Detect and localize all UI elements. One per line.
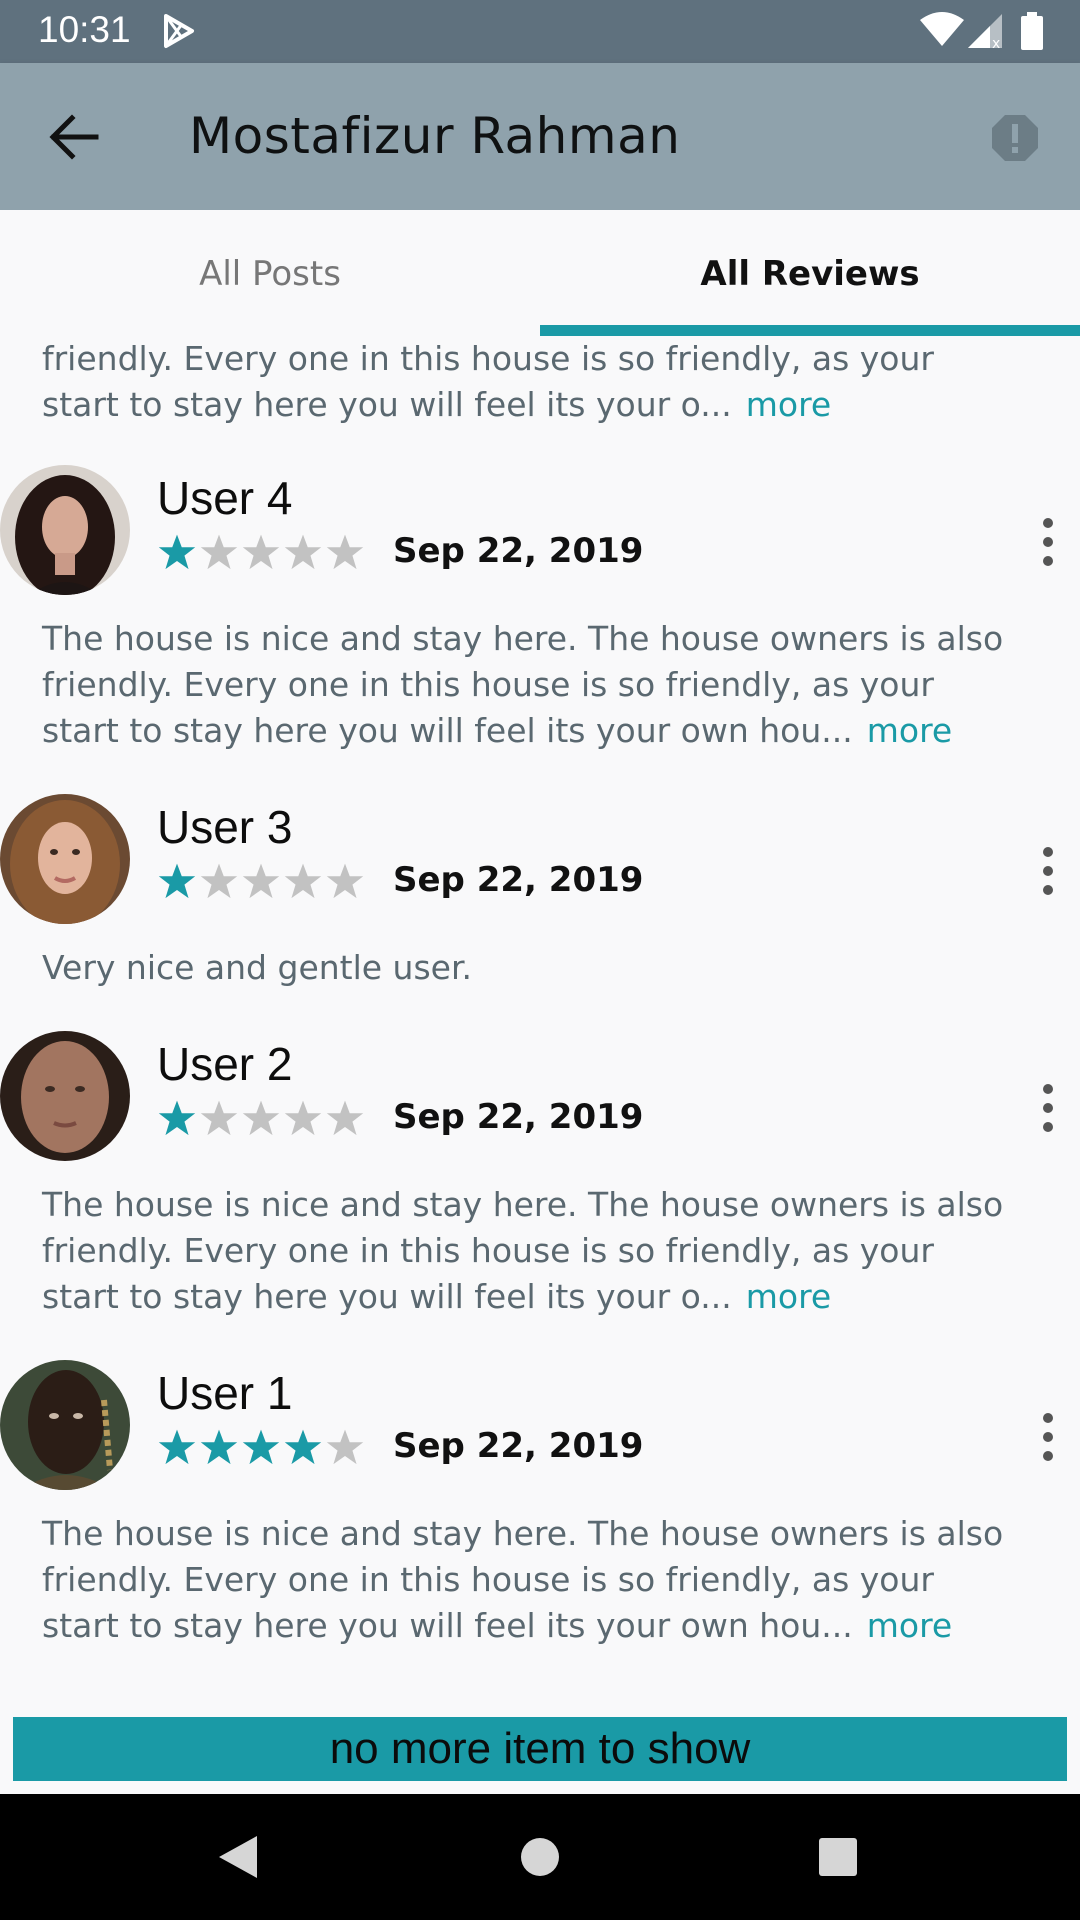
star-empty-icon [326,1429,364,1465]
rating-stars [158,1428,364,1466]
review-text-line: The house is nice and stay here. The hou… [42,1514,1004,1553]
back-button[interactable] [46,112,102,162]
signal-icon: x [968,14,1002,48]
tab-bar: All Posts All Reviews [0,210,1080,336]
review-text: Very nice and gentle user. [42,945,1042,991]
more-link[interactable]: more [746,385,831,424]
status-bar: 10:31 x [0,0,1080,63]
more-vertical-icon [1043,1413,1053,1461]
user-name: User 2 [157,1038,293,1090]
review-text: The house is nice and stay here. The hou… [42,1511,1042,1649]
more-link[interactable]: more [746,1277,831,1316]
star-filled-icon [158,534,196,570]
user-name: User 3 [157,801,293,853]
review-date: Sep 22, 2019 [393,860,644,900]
star-empty-icon [200,1100,238,1136]
review-date: Sep 22, 2019 [393,1097,644,1137]
star-empty-icon [242,534,280,570]
tab-all-posts[interactable]: All Posts [0,210,540,336]
more-options-button[interactable] [1030,515,1066,571]
rating-stars [158,533,364,571]
star-empty-icon [326,863,364,899]
nav-recents-icon[interactable] [817,1832,859,1882]
app-bar: Mostafizur Rahman [0,63,1080,210]
star-empty-icon [242,863,280,899]
review-text: The house is nice and stay here. The hou… [42,1182,1042,1320]
rating-stars [158,1099,364,1137]
svg-text:x: x [992,36,1000,48]
no-more-items-banner: no more item to show [13,1717,1067,1781]
star-empty-icon [200,534,238,570]
review-text-line: friendly. Every one in this house is so … [42,1231,934,1270]
more-vertical-icon [1043,518,1053,566]
review-text-line: start to stay here you will feel its you… [42,711,853,750]
star-empty-icon [284,534,322,570]
rating-stars [158,862,364,900]
star-filled-icon [158,863,196,899]
star-empty-icon [284,1100,322,1136]
tab-all-reviews[interactable]: All Reviews [540,210,1080,336]
more-vertical-icon [1043,1084,1053,1132]
star-empty-icon [326,534,364,570]
tab-indicator [540,325,1080,336]
star-empty-icon [284,863,322,899]
avatar [0,1031,130,1161]
system-nav-bar [0,1794,1080,1920]
review-date: Sep 22, 2019 [393,531,644,571]
star-empty-icon [242,1100,280,1136]
star-filled-icon [242,1429,280,1465]
nav-home-icon[interactable] [520,1832,560,1882]
status-time: 10:31 [38,9,131,50]
star-filled-icon [200,1429,238,1465]
page-title: Mostafizur Rahman [189,107,681,165]
more-link[interactable]: more [867,1606,952,1645]
star-empty-icon [326,1100,364,1136]
more-options-button[interactable] [1030,844,1066,900]
star-filled-icon [158,1100,196,1136]
review-list[interactable]: friendly. Every one in this house is so … [0,336,1080,1796]
star-filled-icon [284,1429,322,1465]
avatar [0,465,130,595]
review-text-line: start to stay here you will feel its you… [42,1277,732,1316]
user-name: User 4 [157,472,293,524]
more-options-button[interactable] [1030,1081,1066,1137]
more-options-button[interactable] [1030,1410,1066,1466]
star-empty-icon [200,863,238,899]
review-text-line: friendly. Every one in this house is so … [42,339,934,378]
review-text-line: friendly. Every one in this house is so … [42,665,934,704]
user-name: User 1 [157,1367,293,1419]
more-vertical-icon [1043,847,1053,895]
review-text-line: Very nice and gentle user. [42,948,472,987]
review-date: Sep 22, 2019 [393,1426,644,1466]
review-text-line: The house is nice and stay here. The hou… [42,619,1004,658]
review-text-line: The house is nice and stay here. The hou… [42,1185,1004,1224]
review-text: The house is nice and stay here. The hou… [42,616,1042,754]
review-text-line: start to stay here you will feel its you… [42,1606,853,1645]
more-link[interactable]: more [867,711,952,750]
review-text-line: start to stay here you will feel its you… [42,385,732,424]
play-store-icon [164,14,194,48]
review-text-line: friendly. Every one in this house is so … [42,1560,934,1599]
avatar [0,794,130,924]
report-button[interactable] [990,113,1040,163]
battery-icon [1021,12,1043,50]
avatar [0,1360,130,1490]
nav-back-icon[interactable] [215,1832,261,1882]
wifi-icon [920,12,964,46]
review-text: friendly. Every one in this house is so … [42,336,1042,428]
arrow-left-icon [49,114,99,160]
star-filled-icon [158,1429,196,1465]
report-icon [992,115,1038,161]
